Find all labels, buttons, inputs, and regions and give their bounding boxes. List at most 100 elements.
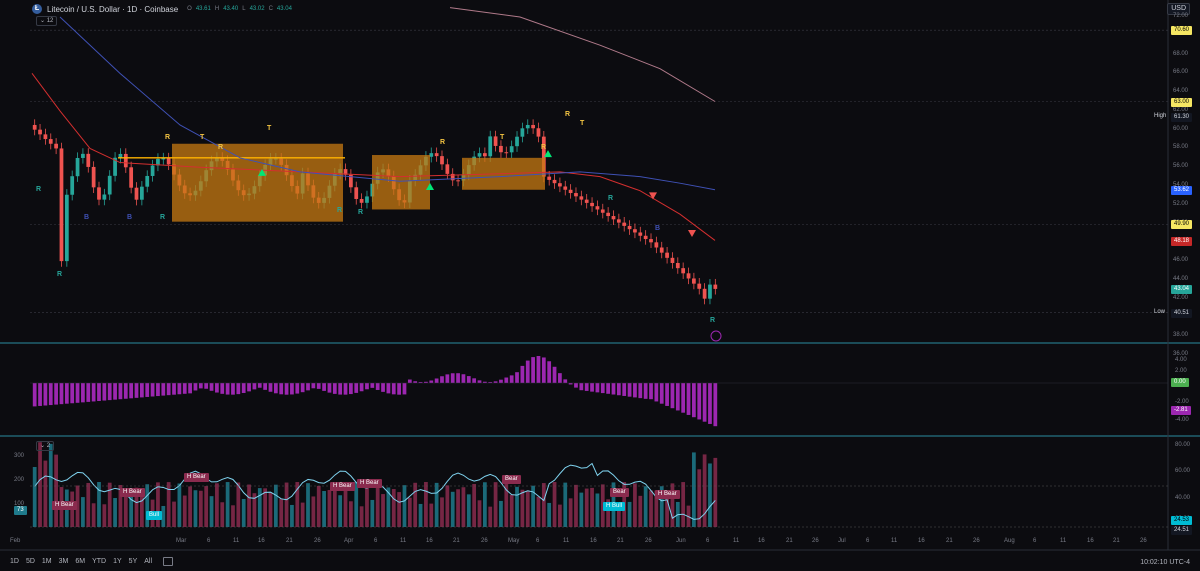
time-tick-label: Mar	[176, 538, 187, 544]
macd-bar	[509, 375, 514, 383]
macd-bar	[531, 357, 535, 383]
candle-body	[477, 153, 482, 157]
candle-body	[81, 153, 85, 158]
macd-tag: 0.00	[1171, 378, 1189, 387]
volume-bar	[215, 483, 219, 527]
volume-bar	[552, 482, 557, 527]
tf-1d[interactable]: 1D	[10, 558, 19, 565]
macd-tick-label: 4.00	[1175, 357, 1187, 363]
time-tick-label: 6	[866, 538, 870, 544]
rsi-tick-label: 60.00	[1175, 468, 1191, 474]
rsi-tag: 24.53	[1171, 516, 1193, 525]
candle-body	[643, 235, 648, 240]
volume-bar	[322, 491, 326, 527]
tf-1m[interactable]: 1M	[42, 558, 52, 565]
candle-body	[692, 278, 696, 284]
volume-bar	[359, 506, 364, 527]
candle-body	[697, 283, 702, 289]
volume-bar	[595, 493, 600, 527]
macd-bar	[252, 383, 257, 390]
time-tick-label: 21	[453, 538, 460, 544]
macd-bar	[118, 383, 123, 400]
volume-bar	[579, 492, 584, 527]
volume-bar	[407, 497, 412, 527]
macd-bar	[654, 383, 659, 402]
consolidation-box	[172, 143, 343, 222]
macd-bar	[397, 383, 401, 395]
candle-body	[359, 198, 364, 203]
macd-bar	[354, 383, 359, 393]
volume-bar	[247, 484, 251, 527]
macd-bar	[311, 383, 316, 389]
tf-ytd[interactable]: YTD	[92, 558, 106, 565]
candle-body	[107, 175, 112, 195]
volume-bar	[375, 484, 380, 527]
volume-bar	[692, 452, 696, 527]
macd-bar	[359, 383, 364, 392]
indicators-toggle-bottom[interactable]: ⌄ 2	[36, 441, 55, 451]
ohlc-low: 43.02	[249, 6, 265, 12]
signal-marker: T	[200, 134, 205, 142]
volume-bar	[311, 496, 316, 527]
candle-body	[713, 284, 718, 289]
chart-area[interactable]	[0, 0, 1200, 571]
volume-bar	[316, 485, 321, 527]
signal-marker: B	[127, 214, 133, 222]
volume-bar	[370, 499, 375, 527]
time-tick-label: 21	[1113, 538, 1120, 544]
volume-bar	[445, 485, 450, 527]
candle-body	[102, 194, 107, 200]
volume-bar	[300, 502, 305, 527]
tf-6m[interactable]: 6M	[75, 558, 85, 565]
candle-body	[600, 209, 605, 213]
calendar-icon[interactable]	[163, 556, 174, 566]
volume-bar	[225, 482, 230, 527]
volume-bar	[365, 482, 369, 527]
candle-body	[675, 262, 680, 269]
signal-marker: T	[580, 120, 585, 128]
macd-bar	[633, 383, 637, 398]
volume-bar	[38, 442, 42, 527]
tf-5y[interactable]: 5Y	[129, 558, 138, 565]
macd-bar	[407, 379, 412, 383]
macd-bar	[279, 383, 284, 395]
candle-body	[574, 193, 578, 197]
macd-bar	[166, 383, 171, 396]
tf-all[interactable]: All	[144, 558, 152, 565]
macd-bar	[198, 383, 203, 389]
chart-canvas[interactable]	[0, 0, 1200, 571]
macd-bar	[231, 383, 235, 395]
macd-bar	[713, 383, 718, 427]
divergence-badge: H Bear	[184, 473, 209, 482]
macd-bar	[370, 383, 375, 388]
clock[interactable]: 10:02:10 UTC-4	[1140, 559, 1190, 566]
price-tag-prefix: Low	[1154, 308, 1166, 315]
volume-bar	[499, 500, 503, 527]
time-tick-label: Aug	[1004, 538, 1015, 544]
price-tag: 48.18	[1171, 236, 1193, 246]
tf-1y[interactable]: 1Y	[113, 558, 122, 565]
time-tick-label: Jul	[838, 538, 846, 544]
candle-body	[665, 252, 669, 258]
volume-bar	[220, 502, 225, 527]
volume-bar	[649, 490, 653, 527]
time-tick-label: 26	[314, 538, 321, 544]
volume-bar	[306, 483, 310, 527]
volume-bar	[708, 463, 712, 527]
volume-bar	[413, 482, 418, 527]
volume-bar	[91, 503, 96, 527]
signal-marker: R	[36, 186, 42, 193]
macd-bar	[665, 383, 669, 406]
candle-body	[434, 153, 439, 157]
tf-5d[interactable]: 5D	[26, 558, 35, 565]
indicators-toggle-top[interactable]: ⌄ 12	[36, 16, 58, 26]
tf-3m[interactable]: 3M	[59, 558, 69, 565]
candle-body	[488, 136, 493, 157]
macd-bar	[386, 383, 391, 394]
price-tick-label: 62.00	[1173, 106, 1189, 113]
candle-body	[509, 146, 514, 153]
time-tick-label: 26	[1140, 538, 1147, 544]
volume-bar	[236, 482, 241, 527]
symbol-title[interactable]: Litecoin / U.S. Dollar · 1D · Coinbase	[47, 5, 178, 14]
macd-tick-label: -2.00	[1175, 399, 1189, 405]
